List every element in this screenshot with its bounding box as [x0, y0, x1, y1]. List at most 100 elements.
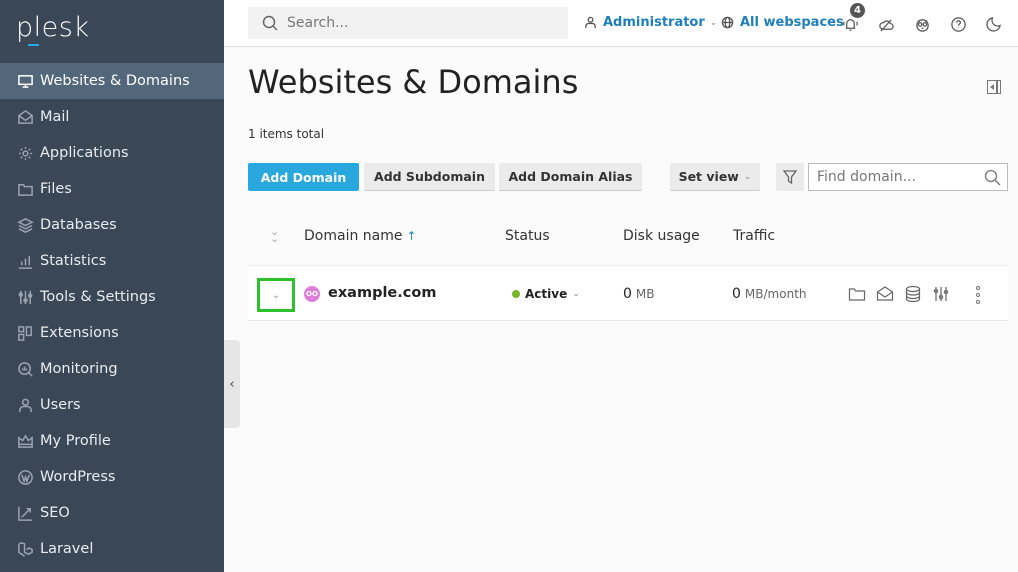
sidebar-nav: Websites & Domains Mail Applications Fil… — [0, 63, 224, 567]
table-row: ⌄ OO example.com Active ⌄ 0 MB 0 MB/month — [248, 265, 1008, 321]
search-icon[interactable] — [984, 169, 1001, 186]
column-header-status[interactable]: Status — [505, 228, 550, 244]
row-expand-toggle[interactable]: ⌄ — [257, 278, 295, 312]
filter-icon — [782, 170, 798, 185]
sidebar-item-databases[interactable]: Databases — [0, 207, 224, 243]
dot — [976, 286, 980, 290]
laravel-icon — [16, 540, 34, 558]
dot — [976, 293, 980, 297]
monitor-icon — [16, 72, 34, 90]
sidebar-item-label: Monitoring — [40, 361, 118, 377]
chevron-down-icon: ⌄ — [709, 17, 718, 28]
cloud-off-icon — [878, 18, 894, 32]
sidebar: plesk Websites & Domains Mail Applicatio… — [0, 0, 224, 572]
chevron-left-icon: ‹ — [229, 376, 235, 392]
sidebar-item-applications[interactable]: Applications — [0, 135, 224, 171]
folder-icon — [16, 180, 34, 198]
set-view-label: Set view — [678, 169, 739, 184]
sidebar-item-monitoring[interactable]: Monitoring — [0, 351, 224, 387]
add-domain-button[interactable]: Add Domain — [248, 163, 359, 191]
logo-text: plesk — [16, 12, 90, 43]
dot — [976, 300, 980, 304]
column-label: Domain name — [304, 228, 403, 244]
sliders-icon[interactable] — [932, 285, 950, 303]
sidebar-item-mail[interactable]: Mail — [0, 99, 224, 135]
sidebar-item-label: Statistics — [40, 253, 107, 269]
advisor-button[interactable] — [911, 13, 933, 35]
seo-icon — [16, 504, 34, 522]
divider-glyph — [996, 81, 998, 93]
owl-icon — [915, 18, 929, 32]
plesk-logo[interactable]: plesk — [16, 12, 90, 46]
row-actions — [848, 285, 950, 303]
items-total: 1 items total — [248, 127, 325, 141]
sidebar-item-websites-domains[interactable]: Websites & Domains — [0, 63, 224, 99]
disk-unit: MB — [635, 287, 655, 301]
layers-icon — [16, 216, 34, 234]
find-domain-input[interactable] — [817, 169, 977, 185]
global-search[interactable] — [248, 7, 568, 39]
find-domain-field[interactable] — [808, 163, 1008, 191]
traffic-value: 0 — [732, 286, 741, 302]
sidebar-item-files[interactable]: Files — [0, 171, 224, 207]
triangle-glyph — [990, 84, 994, 90]
mail-icon[interactable] — [876, 285, 894, 303]
sort-asc-icon: ↑ — [406, 229, 417, 243]
status-dropdown[interactable]: Active ⌄ — [512, 287, 580, 301]
sidebar-item-label: WordPress — [40, 469, 116, 485]
column-header-disk-usage[interactable]: Disk usage — [623, 228, 700, 244]
theme-toggle-button[interactable] — [982, 13, 1004, 35]
sidebar-item-label: Files — [40, 181, 72, 197]
cloud-button[interactable] — [875, 13, 897, 35]
sidebar-collapse-button[interactable]: ‹ — [224, 340, 240, 428]
sidebar-item-statistics[interactable]: Statistics — [0, 243, 224, 279]
page-title: Websites & Domains — [248, 63, 579, 101]
gear-icon — [16, 144, 34, 162]
sidebar-item-users[interactable]: Users — [0, 387, 224, 423]
globe-icon — [721, 16, 734, 29]
search-icon — [262, 15, 278, 31]
monitoring-icon — [16, 360, 34, 378]
sidebar-item-label: Websites & Domains — [40, 73, 190, 89]
sidebar-item-wordpress[interactable]: WordPress — [0, 459, 224, 495]
side-panel-toggle-icon[interactable] — [987, 80, 1001, 94]
domain-name-link[interactable]: example.com — [328, 285, 436, 301]
chevron-down-icon: ⌄ — [271, 289, 281, 301]
extensions-icon — [16, 324, 34, 342]
more-actions-icon[interactable] — [973, 286, 983, 304]
sidebar-item-laravel[interactable]: Laravel — [0, 531, 224, 567]
domain-avatar: OO — [304, 286, 320, 302]
status-dot — [512, 290, 520, 298]
sidebar-item-label: Laravel — [40, 541, 94, 557]
top-bar: Administrator ⌄ All webspaces 4 — [224, 0, 1018, 47]
add-subdomain-button[interactable]: Add Subdomain — [364, 163, 495, 191]
sidebar-item-label: Users — [40, 397, 81, 413]
database-icon[interactable] — [904, 285, 922, 303]
notifications-button[interactable]: 4 — [839, 2, 866, 35]
set-view-dropdown[interactable]: Set view ⌄ — [670, 163, 760, 191]
help-button[interactable] — [947, 13, 969, 35]
mail-icon — [16, 108, 34, 126]
traffic: 0 MB/month — [732, 286, 807, 302]
logo-underline — [28, 44, 39, 46]
column-header-domain-name[interactable]: Domain name ↑ — [304, 228, 417, 244]
sidebar-item-extensions[interactable]: Extensions — [0, 315, 224, 351]
sidebar-item-label: SEO — [40, 505, 70, 521]
moon-icon — [985, 16, 1001, 32]
crown-icon — [16, 432, 34, 450]
sidebar-item-seo[interactable]: SEO — [0, 495, 224, 531]
user-menu[interactable]: Administrator ⌄ — [584, 15, 717, 30]
sidebar-item-tools-settings[interactable]: Tools & Settings — [0, 279, 224, 315]
wordpress-icon — [16, 468, 34, 486]
expand-all-icon[interactable]: ⌄ ⌄ — [270, 226, 279, 244]
add-domain-alias-button[interactable]: Add Domain Alias — [499, 163, 642, 191]
column-header-traffic[interactable]: Traffic — [733, 228, 775, 244]
webspaces-label: All webspaces — [740, 15, 844, 30]
notification-badge: 4 — [849, 2, 866, 19]
sidebar-item-my-profile[interactable]: My Profile — [0, 423, 224, 459]
search-input[interactable] — [287, 15, 537, 31]
webspaces-selector[interactable]: All webspaces — [721, 15, 844, 30]
folder-icon[interactable] — [848, 285, 866, 303]
user-name: Administrator — [603, 15, 705, 30]
filter-button[interactable] — [776, 163, 804, 191]
